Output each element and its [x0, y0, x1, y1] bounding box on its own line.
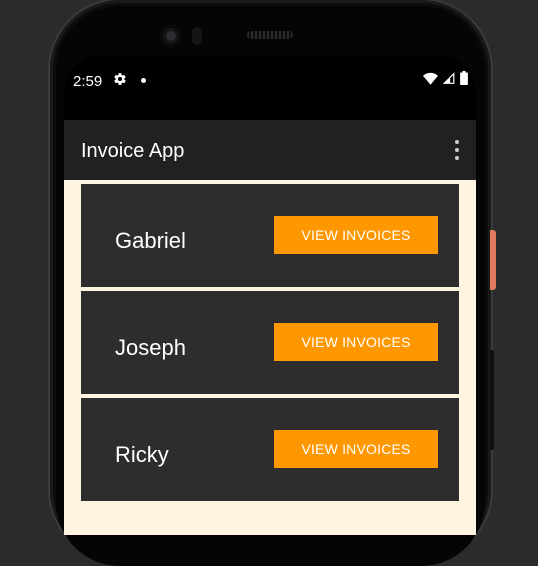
customer-name: Gabriel	[115, 228, 186, 253]
status-time: 2:59	[73, 73, 103, 90]
view-invoices-button[interactable]: VIEW INVOICES	[274, 430, 438, 468]
customer-card: Ricky VIEW INVOICES	[81, 398, 459, 501]
app-bar: Invoice App	[64, 120, 476, 180]
customer-list[interactable]: Gabriel VIEW INVOICES Joseph VIEW INVOIC…	[64, 180, 476, 535]
proximity-sensor	[192, 27, 202, 45]
signal-icon	[442, 71, 455, 90]
battery-icon	[460, 71, 468, 90]
status-bar: 2:59	[64, 55, 476, 120]
customer-card: Gabriel VIEW INVOICES	[81, 184, 459, 287]
customer-name: Ricky	[115, 442, 169, 467]
customer-name: Joseph	[115, 335, 186, 360]
customer-card: Joseph VIEW INVOICES	[81, 291, 459, 394]
view-invoices-button[interactable]: VIEW INVOICES	[274, 323, 438, 361]
screen: 2:59 Invoice App Gabriel VIEW INVOICES J…	[64, 55, 476, 535]
power-button[interactable]	[490, 230, 496, 290]
front-camera	[160, 25, 182, 47]
volume-button[interactable]	[490, 350, 494, 450]
gear-icon	[113, 72, 127, 90]
earpiece-speaker	[247, 31, 293, 39]
notification-dot-icon	[141, 78, 146, 83]
app-title: Invoice App	[81, 140, 185, 162]
system-icons	[423, 71, 468, 90]
wifi-icon	[423, 72, 438, 90]
more-vert-icon[interactable]	[452, 140, 462, 160]
view-invoices-button[interactable]: VIEW INVOICES	[274, 216, 438, 254]
